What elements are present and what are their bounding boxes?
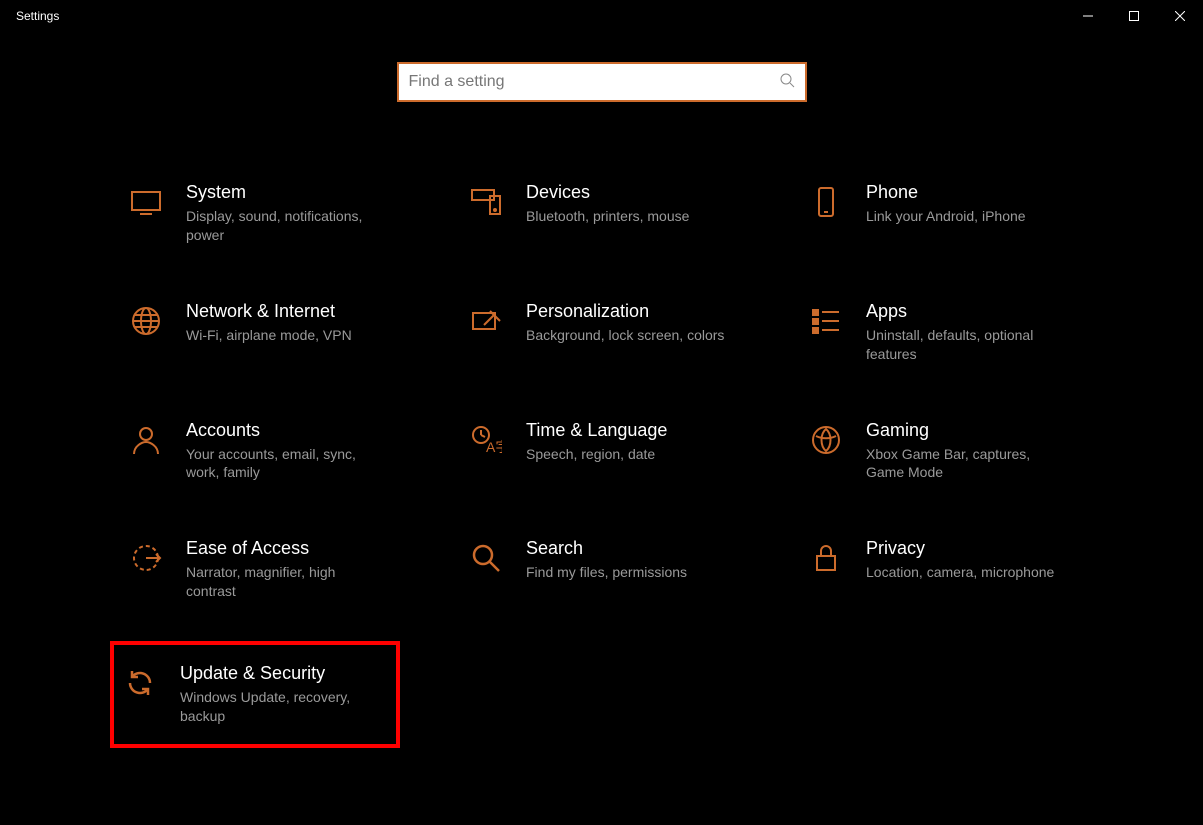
search-container (0, 62, 1203, 102)
tile-title: Accounts (186, 420, 386, 441)
minimize-icon (1083, 11, 1093, 21)
close-icon (1175, 11, 1185, 21)
tile-gaming[interactable]: Gaming Xbox Game Bar, captures, Game Mod… (800, 412, 1080, 491)
system-icon (128, 184, 164, 220)
phone-icon (808, 184, 844, 220)
settings-grid: System Display, sound, notifications, po… (0, 102, 1203, 748)
magnifier-icon (468, 540, 504, 576)
paint-icon (468, 303, 504, 339)
tile-title: Network & Internet (186, 301, 352, 322)
tile-accounts[interactable]: Accounts Your accounts, email, sync, wor… (120, 412, 400, 491)
tile-title: System (186, 182, 386, 203)
tile-title: Ease of Access (186, 538, 386, 559)
tile-desc: Your accounts, email, sync, work, family (186, 445, 386, 483)
search-box[interactable] (397, 62, 807, 102)
search-input[interactable] (409, 73, 779, 91)
search-icon (779, 72, 795, 93)
tile-title: Update & Security (180, 663, 380, 684)
time-language-icon: A字 (468, 422, 504, 458)
tile-desc: Speech, region, date (526, 445, 667, 464)
tile-update-security[interactable]: Update & Security Windows Update, recove… (110, 641, 400, 748)
tile-desc: Display, sound, notifications, power (186, 207, 386, 245)
window-title: Settings (16, 9, 59, 23)
close-button[interactable] (1157, 0, 1203, 32)
person-icon (128, 422, 164, 458)
tile-title: Apps (866, 301, 1066, 322)
tile-apps[interactable]: Apps Uninstall, defaults, optional featu… (800, 293, 1080, 372)
tile-title: Devices (526, 182, 689, 203)
tile-privacy[interactable]: Privacy Location, camera, microphone (800, 530, 1080, 609)
tile-desc: Narrator, magnifier, high contrast (186, 563, 386, 601)
tile-ease-of-access[interactable]: Ease of Access Narrator, magnifier, high… (120, 530, 400, 609)
window-controls (1065, 0, 1203, 32)
tile-title: Phone (866, 182, 1026, 203)
tile-network[interactable]: Network & Internet Wi-Fi, airplane mode,… (120, 293, 400, 372)
devices-icon (468, 184, 504, 220)
tile-desc: Location, camera, microphone (866, 563, 1054, 582)
tile-phone[interactable]: Phone Link your Android, iPhone (800, 174, 1080, 253)
tile-desc: Wi-Fi, airplane mode, VPN (186, 326, 352, 345)
tile-title: Personalization (526, 301, 724, 322)
tile-desc: Windows Update, recovery, backup (180, 688, 380, 726)
tile-desc: Background, lock screen, colors (526, 326, 724, 345)
tile-personalization[interactable]: Personalization Background, lock screen,… (460, 293, 740, 372)
gaming-icon (808, 422, 844, 458)
maximize-button[interactable] (1111, 0, 1157, 32)
globe-icon (128, 303, 164, 339)
tile-time-language[interactable]: A字 Time & Language Speech, region, date (460, 412, 740, 491)
svg-text:A字: A字 (486, 439, 502, 455)
tile-desc: Link your Android, iPhone (866, 207, 1026, 226)
lock-icon (808, 540, 844, 576)
tile-desc: Bluetooth, printers, mouse (526, 207, 689, 226)
tile-search[interactable]: Search Find my files, permissions (460, 530, 740, 609)
tile-devices[interactable]: Devices Bluetooth, printers, mouse (460, 174, 740, 253)
tile-system[interactable]: System Display, sound, notifications, po… (120, 174, 400, 253)
tile-title: Time & Language (526, 420, 667, 441)
maximize-icon (1129, 11, 1139, 21)
minimize-button[interactable] (1065, 0, 1111, 32)
ease-of-access-icon (128, 540, 164, 576)
update-icon (122, 665, 158, 701)
titlebar: Settings (0, 0, 1203, 32)
tile-desc: Xbox Game Bar, captures, Game Mode (866, 445, 1066, 483)
tile-title: Gaming (866, 420, 1066, 441)
tile-desc: Find my files, permissions (526, 563, 687, 582)
tile-title: Search (526, 538, 687, 559)
tile-desc: Uninstall, defaults, optional features (866, 326, 1066, 364)
tile-title: Privacy (866, 538, 1054, 559)
apps-icon (808, 303, 844, 339)
